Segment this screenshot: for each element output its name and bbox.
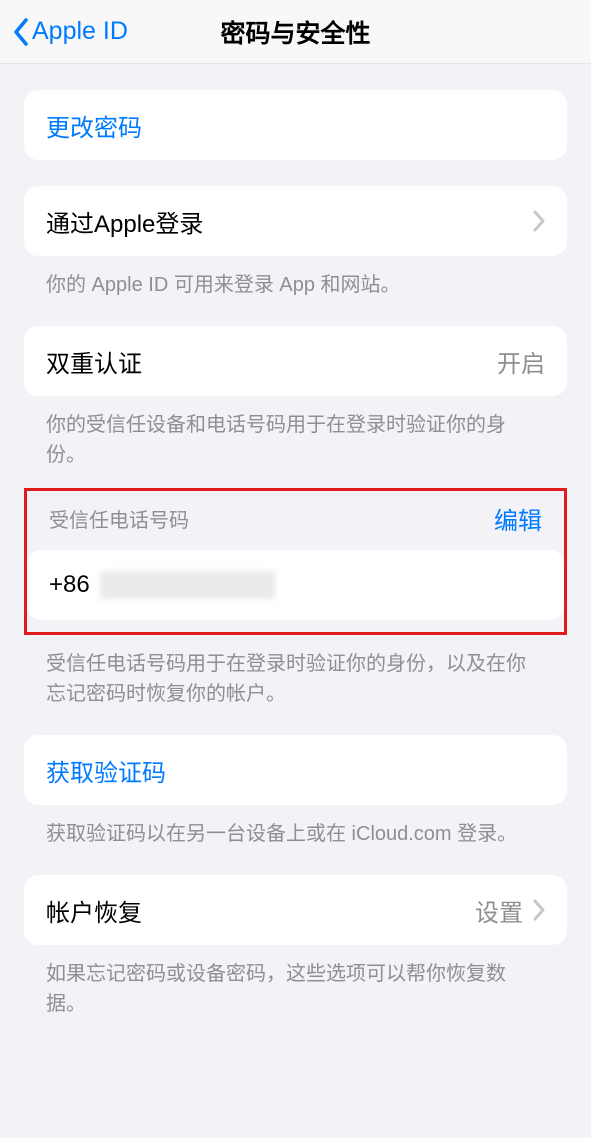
card-change-password: 更改密码 — [24, 90, 567, 160]
trusted-phone-header-row: 受信任电话号码 编辑 — [27, 491, 564, 546]
card-account-recovery: 帐户恢复 设置 — [24, 875, 567, 945]
group-account-recovery: 帐户恢复 设置 如果忘记密码或设备密码，这些选项可以帮你恢复数据。 — [0, 875, 591, 1019]
card-two-factor: 双重认证 开启 — [24, 326, 567, 396]
two-factor-label: 双重认证 — [46, 344, 142, 379]
sign-in-apple-chevron — [533, 210, 545, 232]
row-account-recovery[interactable]: 帐户恢复 设置 — [24, 875, 567, 945]
account-recovery-value: 设置 — [475, 893, 523, 928]
account-recovery-footer: 如果忘记密码或设备密码，这些选项可以帮你恢复数据。 — [24, 959, 567, 1019]
edit-button[interactable]: 编辑 — [494, 501, 542, 536]
redacted-block — [100, 571, 275, 599]
card-sign-in-apple: 通过Apple登录 — [24, 186, 567, 256]
card-trusted-phone: +86 — [27, 550, 564, 620]
row-sign-in-apple[interactable]: 通过Apple登录 — [24, 186, 567, 256]
two-factor-footer: 你的受信任设备和电话号码用于在登录时验证你的身份。 — [24, 410, 567, 470]
sign-in-apple-footer: 你的 Apple ID 可用来登录 App 和网站。 — [24, 270, 567, 300]
back-label: Apple ID — [32, 17, 128, 46]
row-two-factor[interactable]: 双重认证 开启 — [24, 326, 567, 396]
trusted-phone-header: 受信任电话号码 — [49, 504, 189, 533]
group-get-code: 获取验证码 获取验证码以在另一台设备上或在 iCloud.com 登录。 — [0, 735, 591, 849]
chevron-right-icon — [533, 899, 545, 921]
highlight-trusted-phone: 受信任电话号码 编辑 +86 — [24, 488, 567, 635]
chevron-right-icon — [533, 210, 545, 232]
row-get-code[interactable]: 获取验证码 — [24, 735, 567, 805]
row-change-password[interactable]: 更改密码 — [24, 90, 567, 160]
back-button[interactable]: Apple ID — [12, 17, 128, 47]
navbar: Apple ID 密码与安全性 — [0, 0, 591, 64]
sign-in-apple-label: 通过Apple登录 — [46, 204, 203, 239]
card-get-code: 获取验证码 — [24, 735, 567, 805]
group-two-factor: 双重认证 开启 你的受信任设备和电话号码用于在登录时验证你的身份。 — [0, 326, 591, 470]
two-factor-value: 开启 — [497, 344, 545, 379]
row-trusted-phone[interactable]: +86 — [27, 550, 564, 620]
change-password-label: 更改密码 — [46, 108, 142, 143]
trusted-phone-number: +86 — [49, 571, 275, 600]
group-change-password: 更改密码 — [0, 90, 591, 160]
chevron-left-icon — [12, 17, 30, 47]
trusted-phone-footer: 受信任电话号码用于在登录时验证你的身份，以及在你忘记密码时恢复你的帐户。 — [24, 649, 567, 709]
get-code-label: 获取验证码 — [46, 753, 166, 788]
account-recovery-label: 帐户恢复 — [46, 893, 142, 928]
account-recovery-value-wrap: 设置 — [475, 893, 545, 928]
group-sign-in-apple: 通过Apple登录 你的 Apple ID 可用来登录 App 和网站。 — [0, 186, 591, 300]
get-code-footer: 获取验证码以在另一台设备上或在 iCloud.com 登录。 — [24, 819, 567, 849]
trusted-phone-prefix: +86 — [49, 571, 90, 598]
page-title: 密码与安全性 — [220, 14, 370, 50]
content: 更改密码 通过Apple登录 你的 Apple ID 可用来登录 App 和网站… — [0, 90, 591, 1059]
